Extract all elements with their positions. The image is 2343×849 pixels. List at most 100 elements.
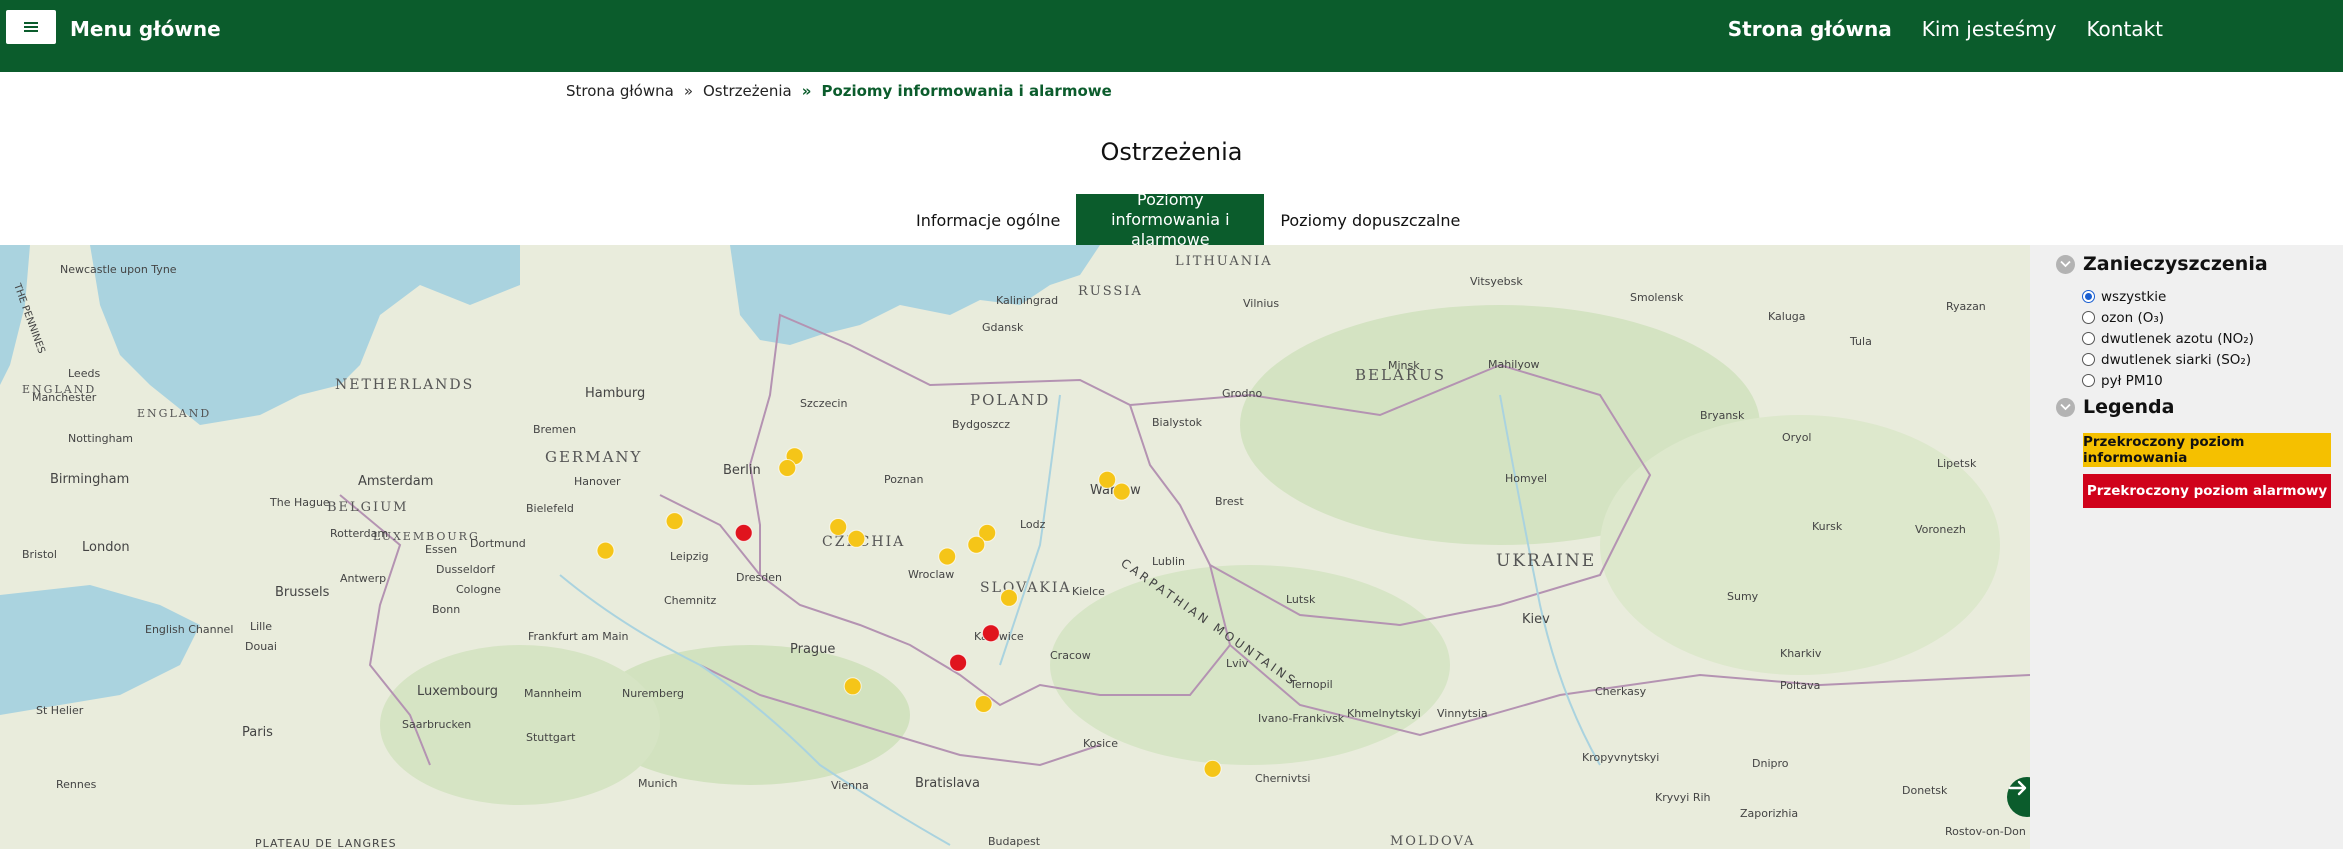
info-marker[interactable] [967,535,986,554]
city-label: Brest [1215,495,1244,508]
city-label: Dresden [736,571,782,584]
city-label: Hanover [574,475,621,488]
city-label: Kosice [1083,737,1118,750]
country-label: UKRAINE [1496,551,1596,571]
english-channel [0,585,200,715]
city-label: Gdansk [982,321,1024,334]
city-label: Kursk [1812,520,1843,533]
radio-pm10[interactable]: pył PM10 [2082,373,2254,389]
map-canvas: LITHUANIA RUSSIA POLAND BELARUS NETHERLA… [0,245,2030,849]
chevron-down-icon [2056,254,2075,274]
breadcrumb: Strona główna » Ostrzeżenia » Poziomy in… [566,82,1112,100]
info-marker[interactable] [938,547,957,566]
city-label: Bratislava [915,776,980,791]
city-label: Szczecin [800,397,847,410]
city-label: Voronezh [1915,523,1966,536]
breadcrumb-current: Poziomy informowania i alarmowe [821,82,1112,100]
city-label: Bielefeld [526,502,574,515]
city-label: Nuremberg [622,687,684,700]
info-marker[interactable] [843,677,862,696]
nav-home[interactable]: Strona główna [1728,17,1892,41]
city-label: Kropyvnytskyi [1582,751,1659,764]
city-label: Dusseldorf [436,563,496,576]
city-label: Birmingham [50,472,129,487]
info-marker[interactable] [1098,470,1117,489]
breadcrumb-home[interactable]: Strona główna [566,82,674,100]
tab-limit-levels[interactable]: Poziomy dopuszczalne [1264,194,1476,246]
radio-so2[interactable]: dwutlenek siarki (SO₂) [2082,352,2254,368]
city-label: Zaporizhia [1740,807,1798,820]
radio-all[interactable]: wszystkie [2082,289,2254,305]
city-label: Prague [790,642,835,657]
page-title: Ostrzeżenia [1100,138,1243,166]
info-marker[interactable] [596,541,615,560]
city-label: Lublin [1152,555,1185,568]
tab-info-alarm-levels[interactable]: Poziomy informowania i alarmowe [1076,190,1265,249]
info-marker[interactable] [974,695,993,713]
city-label: Kaluga [1768,310,1806,323]
radio-button[interactable] [2082,311,2095,324]
nav-about[interactable]: Kim jesteśmy [1922,17,2057,41]
city-label: Lipetsk [1937,457,1977,470]
region-label: PLATEAU DE LANGRES [255,837,397,849]
alarm-marker[interactable] [734,523,753,542]
radio-button[interactable] [2082,353,2095,366]
info-marker[interactable] [1112,482,1131,501]
city-label: St Helier [36,704,84,717]
info-marker[interactable] [847,529,866,548]
info-marker[interactable] [778,459,797,477]
city-label: Chemnitz [664,594,716,607]
city-label: Oryol [1782,431,1811,444]
city-label: Tula [1849,335,1872,348]
top-navigation: Strona główna Kim jesteśmy Kontakt [1728,17,2163,41]
menu-title[interactable]: Menu główne [70,17,221,41]
country-label: LUXEMBOURG [373,530,480,543]
alarm-marker[interactable] [981,624,1000,643]
info-marker[interactable] [665,512,684,531]
city-label: Leeds [68,367,100,380]
radio-button[interactable] [2082,374,2095,387]
city-label: Rotterdam [330,527,388,540]
city-label: Bristol [22,548,57,561]
radio-ozone[interactable]: ozon (O₃) [2082,310,2254,326]
city-label: Vienna [831,779,869,792]
city-label: Minsk [1388,359,1420,372]
city-label: Lodz [1020,518,1046,531]
city-label: Cherkasy [1595,685,1647,698]
city-label: Cologne [456,583,501,596]
city-label: Paris [242,725,273,740]
alarm-marker[interactable] [949,653,968,672]
water-label: English Channel [145,623,233,636]
city-label: Mannheim [524,687,582,700]
city-label: Homyel [1505,472,1547,485]
hamburger-menu-button[interactable] [6,10,56,44]
city-label: Lutsk [1286,593,1316,606]
info-marker[interactable] [1000,588,1018,607]
tab-general-info[interactable]: Informacje ogólne [900,194,1076,246]
top-bar: Menu główne Strona główna Kim jesteśmy K… [0,0,2343,72]
radio-button[interactable] [2082,290,2095,303]
info-marker[interactable] [829,518,848,536]
city-label: Chernivtsi [1255,772,1310,785]
city-label: Vinnytsia [1437,707,1488,720]
nav-contact[interactable]: Kontakt [2086,17,2163,41]
city-label: Budapest [988,835,1041,848]
pollutants-section-toggle[interactable]: Zanieczyszczenia [2056,253,2268,275]
country-label: ENGLAND [137,407,211,420]
breadcrumb-warnings[interactable]: Ostrzeżenia [703,82,792,100]
radio-button[interactable] [2082,332,2095,345]
city-label: Munich [638,777,678,790]
country-label: LITHUANIA [1175,254,1273,269]
info-marker[interactable] [1203,759,1222,778]
city-label: Essen [425,543,457,556]
city-label: Bonn [432,603,460,616]
radio-no2[interactable]: dwutlenek azotu (NO₂) [2082,331,2254,347]
city-label: Kryvyi Rih [1655,791,1711,804]
country-label: GERMANY [545,448,642,466]
legend-section-toggle[interactable]: Legenda [2056,396,2174,418]
city-label: Cracow [1050,649,1091,662]
pollution-map[interactable]: LITHUANIA RUSSIA POLAND BELARUS NETHERLA… [0,245,2030,849]
city-label: Smolensk [1630,291,1684,304]
city-label: Douai [245,640,277,653]
city-label: Bremen [533,423,576,436]
